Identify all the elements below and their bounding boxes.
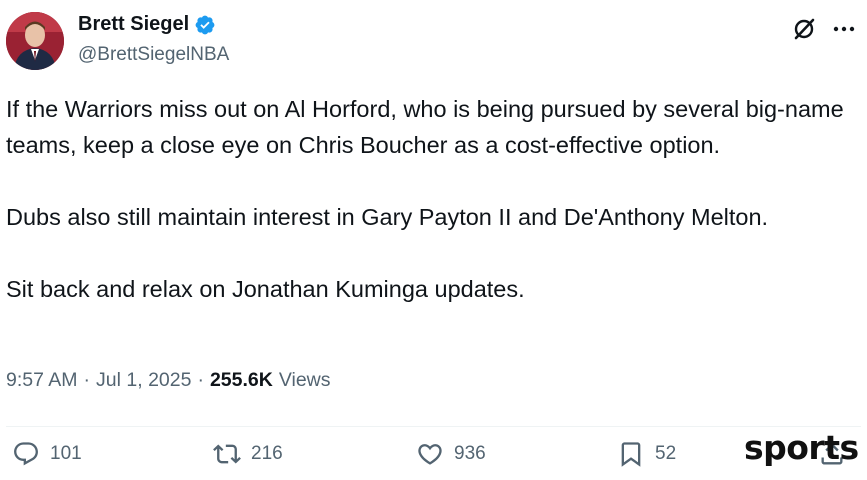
reply-button[interactable]: 101: [12, 440, 82, 468]
tweet-header: Brett Siegel @BrettSiegelNBA: [6, 10, 861, 72]
retweet-icon: [213, 444, 241, 464]
watermark-logo: sports: [744, 428, 859, 467]
bookmark-icon: [621, 442, 641, 467]
more-icon[interactable]: [831, 16, 857, 42]
retweet-button[interactable]: 216: [213, 440, 283, 468]
name-row: Brett Siegel: [78, 13, 216, 36]
action-bar: 101 216 936 52: [0, 440, 867, 480]
meta-separator: ·: [83, 369, 91, 391]
tweet-time[interactable]: 9:57 AM: [6, 369, 78, 392]
meta-separator: ·: [197, 369, 204, 391]
tweet-paragraph: If the Warriors miss out on Al Horford, …: [6, 96, 844, 158]
avatar-photo: [6, 12, 64, 70]
retweet-count: 216: [251, 443, 283, 464]
tweet-date[interactable]: Jul 1, 2025: [96, 369, 191, 392]
tweet-text: If the Warriors miss out on Al Horford, …: [6, 91, 861, 307]
tweet-paragraph: Sit back and relax on Jonathan Kuminga u…: [6, 276, 525, 302]
top-icons: [777, 16, 857, 42]
verified-badge-icon: [194, 14, 216, 36]
heart-icon: [418, 444, 442, 465]
views-label: Views: [278, 369, 331, 391]
views-count: 255.6K: [209, 369, 273, 391]
bookmark-button[interactable]: 52: [617, 440, 676, 468]
like-button[interactable]: 936: [416, 440, 486, 468]
reply-count: 101: [50, 443, 82, 464]
author-handle[interactable]: @BrettSiegelNBA: [78, 44, 229, 66]
tweet-meta: 9:57 AM · Jul 1, 2025 · 255.6K Views: [6, 369, 331, 392]
author-name[interactable]: Brett Siegel: [78, 13, 189, 36]
bookmark-count: 52: [655, 443, 677, 464]
tweet-paragraph: Dubs also still maintain interest in Gar…: [6, 204, 769, 230]
reply-icon: [14, 442, 38, 466]
watermark-text: sports: [744, 428, 859, 467]
avatar[interactable]: [6, 12, 64, 70]
divider: [6, 426, 861, 427]
grok-icon[interactable]: [791, 16, 817, 42]
like-count: 936: [454, 443, 486, 464]
